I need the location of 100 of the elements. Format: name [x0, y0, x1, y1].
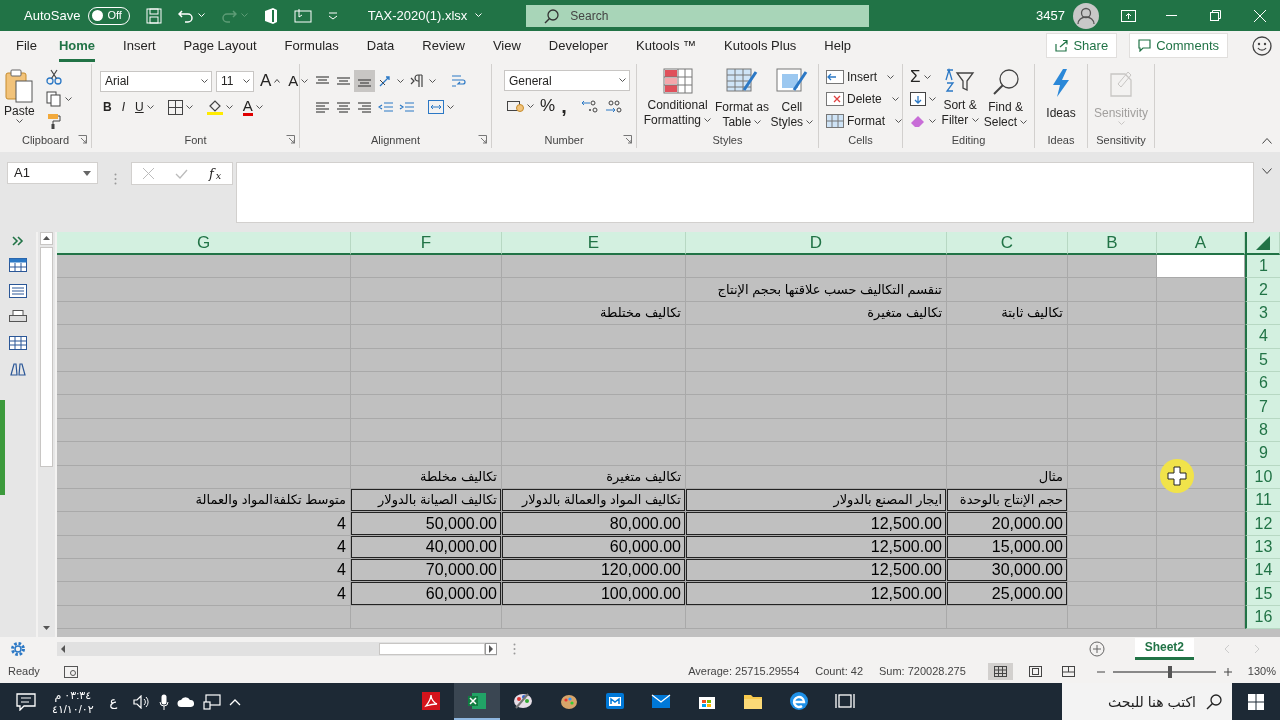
column-header[interactable]: E — [502, 232, 686, 255]
style-button[interactable]: Format as Table — [714, 66, 770, 132]
paste-button[interactable]: Paste — [4, 66, 35, 132]
page-layout-icon[interactable] — [1028, 666, 1042, 677]
search-field[interactable]: Search — [526, 4, 870, 27]
column-header[interactable]: D — [686, 232, 947, 255]
office-icon[interactable] — [263, 7, 278, 24]
percent-button[interactable]: % — [537, 95, 559, 117]
network-icon[interactable] — [203, 693, 222, 710]
row-header[interactable]: 5 — [1245, 348, 1280, 372]
scroll-up-icon[interactable] — [40, 232, 53, 245]
start-icon[interactable] — [1248, 693, 1264, 710]
dialog-launcher-icon[interactable] — [478, 135, 487, 144]
row-header[interactable]: 6 — [1245, 371, 1280, 396]
cells-button[interactable]: Insert — [823, 66, 905, 88]
pane-handle[interactable] — [0, 400, 5, 495]
cells-button[interactable]: Delete — [823, 88, 905, 110]
microphone-icon[interactable] — [159, 693, 170, 710]
font-name-dropdown[interactable]: Arial — [100, 70, 212, 92]
bottom-align-button[interactable] — [354, 70, 375, 92]
row-header[interactable]: 10 — [1245, 465, 1280, 489]
row-header[interactable]: 2 — [1245, 278, 1280, 302]
expand-formula-icon[interactable] — [1262, 167, 1272, 174]
row-header[interactable]: 4 — [1245, 325, 1280, 349]
page-break-icon[interactable] — [1061, 666, 1075, 677]
undo-icon[interactable] — [177, 7, 194, 24]
binoculars-icon[interactable] — [9, 362, 27, 376]
italic-button[interactable]: I — [118, 96, 128, 118]
row-header[interactable]: 3 — [1245, 301, 1280, 326]
clock-time[interactable]: ٠٣:٣٤ م — [54, 687, 92, 702]
speaker-icon[interactable] — [133, 694, 152, 709]
column-header[interactable]: C — [947, 232, 1068, 255]
ribbon-tab[interactable]: Insert — [123, 36, 156, 62]
row-header[interactable]: 9 — [1245, 442, 1280, 466]
font-size-dropdown[interactable]: 11 — [216, 70, 254, 92]
select-all-icon[interactable] — [1256, 235, 1270, 250]
touch-mode-icon[interactable] — [293, 7, 312, 24]
ribbon-tab[interactable]: Developer — [548, 36, 609, 62]
find-select-button[interactable]: Find & Select — [981, 66, 1030, 132]
column-header[interactable]: G — [57, 232, 351, 255]
ribbon-tab[interactable]: Review — [422, 36, 465, 62]
cloud-icon[interactable] — [177, 695, 196, 708]
expand-pane-icon[interactable] — [12, 236, 24, 246]
row-header[interactable]: 13 — [1245, 535, 1280, 560]
comma-style-button[interactable]: , — [558, 95, 570, 117]
file-name[interactable]: TAX-2020(1).xlsx — [367, 5, 468, 26]
zoom-slider-thumb[interactable] — [1167, 665, 1172, 678]
row-header[interactable]: 12 — [1245, 512, 1280, 536]
show-hidden-icon[interactable] — [229, 697, 242, 706]
ribbon-tab[interactable]: Kutools ™ — [636, 36, 697, 62]
taskbar-app-button[interactable] — [454, 683, 501, 720]
collapse-ribbon-icon[interactable] — [1262, 138, 1272, 144]
comments-button[interactable]: Comments — [1129, 33, 1228, 58]
ribbon-tab[interactable]: File — [16, 36, 37, 62]
smiley-icon[interactable] — [1252, 35, 1272, 56]
row-header[interactable]: 1 — [1245, 255, 1280, 279]
new-sheet-icon[interactable] — [1088, 641, 1105, 658]
shrink-font-button[interactable]: A — [286, 70, 311, 92]
ribbon-display-icon[interactable] — [1121, 9, 1136, 22]
ribbon-tab[interactable]: View — [492, 36, 521, 62]
sort-filter-button[interactable]: Sort & Filter — [939, 66, 982, 132]
ideas-button[interactable]: Ideas — [1039, 66, 1083, 132]
cells-button[interactable]: Format — [823, 110, 905, 132]
active-cell[interactable] — [1157, 255, 1245, 279]
dots-icon[interactable] — [114, 172, 117, 185]
ribbon-tab[interactable]: Page Layout — [183, 36, 257, 62]
notification-icon[interactable] — [16, 693, 36, 712]
underline-button[interactable]: U — [132, 96, 157, 118]
ribbon-tab[interactable]: Data — [366, 36, 395, 62]
scrollbar-thumb[interactable] — [40, 247, 53, 467]
zoom-level[interactable]: 130% — [1247, 663, 1276, 680]
normal-view-button[interactable] — [987, 663, 1013, 680]
zoom-in-icon[interactable] — [1223, 667, 1232, 676]
row-header[interactable]: 8 — [1245, 418, 1280, 443]
ribbon-tab[interactable]: Help — [824, 36, 852, 62]
font-color-button[interactable]: A — [239, 96, 266, 118]
dialog-launcher-icon[interactable] — [286, 135, 295, 144]
column-header[interactable]: A — [1157, 232, 1245, 255]
grow-font-button[interactable]: A — [258, 70, 283, 92]
macro-icon[interactable] — [63, 665, 78, 678]
ribbon-tab[interactable]: Home — [58, 36, 96, 62]
style-button[interactable]: Conditional Formatting — [641, 66, 715, 132]
clock-date[interactable]: ٤١/١٠/٠٢ — [52, 701, 94, 716]
scrollbar-thumb[interactable] — [379, 642, 485, 655]
input-language[interactable]: ع — [109, 691, 118, 712]
name-box[interactable]: A1 — [7, 162, 98, 184]
grid-icon[interactable] — [9, 336, 27, 350]
row-header[interactable]: 16 — [1245, 605, 1280, 630]
column-header[interactable]: B — [1068, 232, 1157, 255]
list-icon[interactable] — [9, 284, 27, 298]
customize-icon[interactable] — [327, 11, 338, 20]
dots-icon[interactable] — [513, 643, 516, 656]
avatar-icon[interactable] — [1073, 2, 1099, 29]
row-header[interactable]: 14 — [1245, 559, 1280, 583]
printer-icon[interactable] — [9, 310, 27, 324]
insert-function-button[interactable]: f$_{x}$ — [209, 163, 222, 184]
taskbar-search-field[interactable]: اكتب هنا للبحث — [1062, 683, 1232, 720]
row-header[interactable]: 7 — [1245, 395, 1280, 419]
workbook-icon[interactable] — [9, 258, 27, 272]
dialog-launcher-icon[interactable] — [623, 135, 632, 144]
